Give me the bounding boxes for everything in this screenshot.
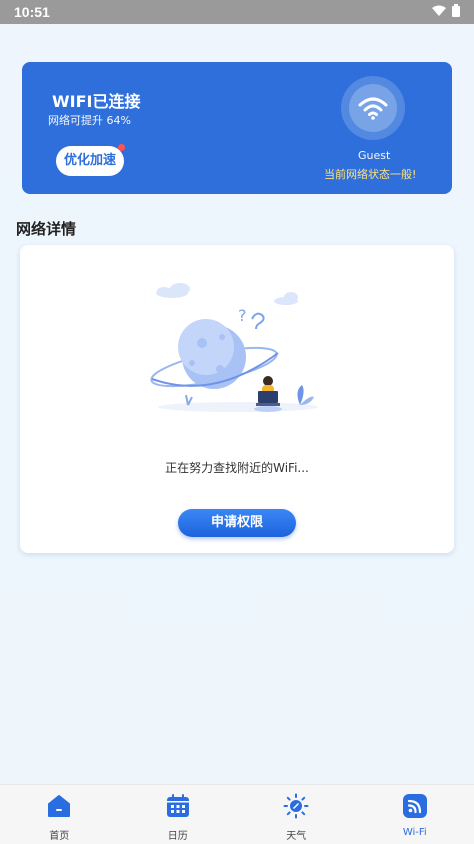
calendar-icon: [166, 794, 189, 817]
wifi-tab-icon: [402, 794, 427, 818]
request-permission-button[interactable]: 申请权限: [178, 509, 296, 537]
nav-item-calendar[interactable]: 日历: [119, 785, 238, 844]
network-detail-card: ? 正在努力查找附近的WiFi... 申请权限: [20, 245, 454, 553]
status-bar: 10:51: [0, 0, 474, 24]
svg-text:?: ?: [238, 306, 247, 325]
wifi-icon: [358, 97, 388, 120]
bottom-navigation: 首页 日历 天气 Wi-Fi: [0, 784, 474, 844]
optimize-boost-button[interactable]: 优化加速: [56, 144, 125, 176]
battery-icon: [452, 4, 460, 17]
searching-status-text: 正在努力查找附近的WiFi...: [165, 461, 309, 475]
nav-label-home: 首页: [49, 831, 70, 842]
network-ssid: Guest: [358, 149, 391, 162]
home-icon: [48, 795, 71, 817]
status-time: 10:51: [14, 4, 50, 20]
nav-item-wifi[interactable]: Wi-Fi: [356, 785, 474, 844]
nav-item-home[interactable]: 首页: [0, 785, 119, 844]
nav-label-wifi: Wi-Fi: [402, 827, 427, 838]
section-title: 网络详情: [16, 220, 77, 238]
nav-item-weather[interactable]: 天气: [237, 785, 356, 844]
wifi-badge: [341, 76, 405, 140]
wifi-status-card: WIFI已连接 网络可提升 64% 优化加速 Guest 当前网络状态一般!: [22, 62, 452, 194]
connection-title: WIFI已连接: [52, 92, 141, 111]
nav-label-calendar: 日历: [167, 831, 188, 842]
wifi-signal-icon: [432, 5, 446, 16]
searching-planet-illustration: ?: [150, 283, 318, 412]
optimize-boost-label: 优化加速: [63, 153, 116, 168]
network-state-text: 当前网络状态一般!: [324, 168, 417, 181]
boost-potential-text: 网络可提升 64%: [48, 114, 131, 127]
nav-label-weather: 天气: [286, 831, 307, 842]
status-icons: [432, 4, 460, 17]
weather-icon: [283, 793, 309, 819]
notification-dot: [118, 144, 125, 151]
